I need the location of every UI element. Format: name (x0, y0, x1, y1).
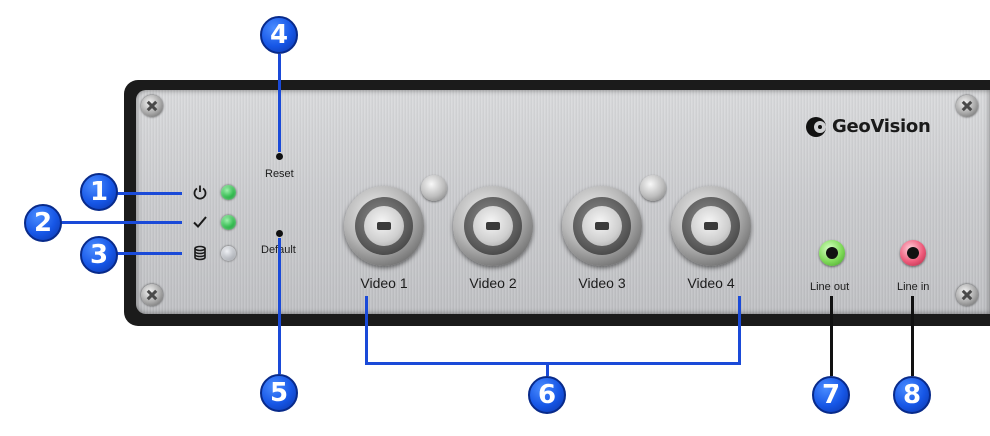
mounting-nut-right (640, 175, 666, 201)
leader-line-8 (911, 296, 914, 376)
mounting-nut-left (421, 175, 447, 201)
bnc-video-1[interactable] (344, 186, 424, 266)
line-in-label: Line in (897, 281, 930, 293)
leader-line-2 (60, 221, 182, 224)
default-pinhole[interactable] (276, 230, 283, 237)
line-in-jack[interactable] (900, 240, 926, 266)
callout-4: 4 (260, 16, 298, 54)
leader-line-6-stem (546, 362, 549, 376)
check-icon (193, 216, 207, 228)
callout-7: 7 (812, 376, 850, 414)
callout-6: 6 (528, 376, 566, 414)
bnc-video-3[interactable] (562, 186, 642, 266)
storage-led (221, 246, 236, 261)
geovision-logo: GeoVision (806, 116, 931, 137)
reset-label: Reset (265, 168, 294, 180)
leader-line-5 (278, 238, 281, 374)
video-4-label: Video 4 (687, 275, 735, 291)
device-front-panel-diagram: GeoVision Reset Default Video 1 Video 2 … (0, 0, 990, 436)
leader-line-1 (116, 192, 182, 195)
screw-bottom-right (956, 284, 978, 306)
leader-line-7 (830, 296, 833, 376)
callout-3: 3 (80, 236, 118, 274)
reset-pinhole[interactable] (276, 153, 283, 160)
leader-line-6-bar (365, 362, 741, 365)
logo-mark-icon (806, 116, 826, 137)
video-1-label: Video 1 (360, 275, 408, 291)
bnc-video-2[interactable] (453, 186, 533, 266)
logo-text: GeoVision (832, 116, 931, 137)
line-out-label: Line out (810, 281, 850, 293)
screw-top-right (956, 95, 978, 117)
screw-bottom-left (141, 284, 163, 306)
video-3-label: Video 3 (578, 275, 626, 291)
callout-2: 2 (24, 204, 62, 242)
status-led (221, 215, 236, 230)
callout-8: 8 (893, 376, 931, 414)
video-2-label: Video 2 (469, 275, 517, 291)
leader-line-4 (278, 54, 281, 152)
callout-5: 5 (260, 374, 298, 412)
leader-line-3 (116, 252, 182, 255)
screw-top-left (141, 95, 163, 117)
bnc-video-4[interactable] (671, 186, 751, 266)
leader-line-6-left (365, 296, 368, 364)
power-led (221, 185, 236, 200)
line-out-jack[interactable] (819, 240, 845, 266)
callout-1: 1 (80, 173, 118, 211)
power-icon (193, 185, 207, 200)
database-icon (194, 245, 206, 261)
leader-line-6-right (738, 296, 741, 364)
